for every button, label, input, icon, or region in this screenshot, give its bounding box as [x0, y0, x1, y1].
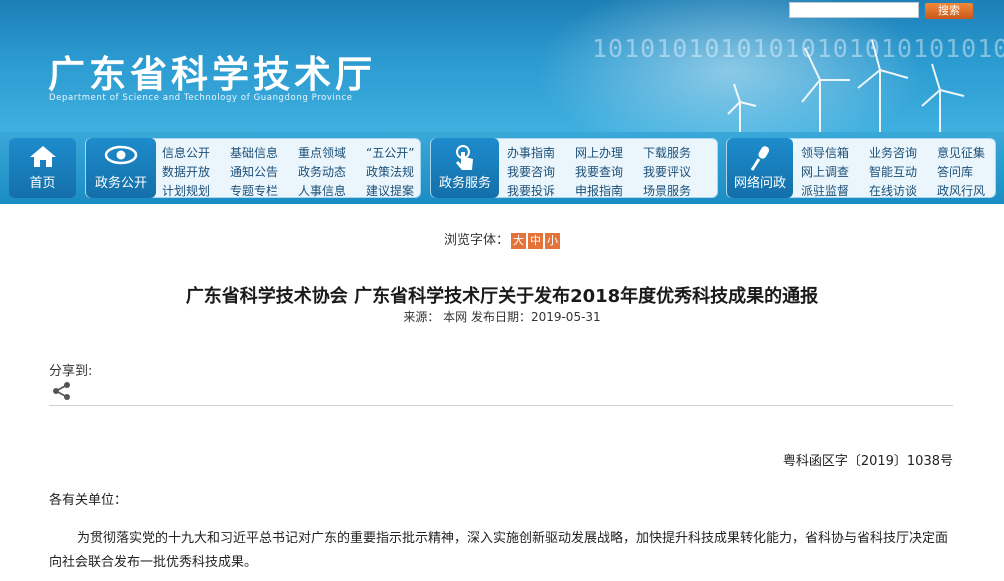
nav-link[interactable]: 重点领域 — [298, 144, 366, 162]
wind-turbine-illustration — [727, 40, 965, 132]
site-subtitle: Department of Science and Technology of … — [49, 93, 353, 103]
font-size-small-button[interactable]: 小 — [545, 233, 560, 249]
nav-link[interactable]: 网上调查 — [801, 163, 869, 181]
nav-link[interactable]: 办事指南 — [507, 144, 575, 162]
nav-group-gov-open: 政务公开 信息公开 基础信息 重点领域 “五公开” 数据开放 通知公告 政务动态… — [85, 138, 421, 198]
search-button[interactable]: 搜索 — [925, 3, 973, 19]
nav-link[interactable]: 政风行风 — [937, 182, 995, 200]
nav-interaction-button[interactable]: 网络问政 — [727, 138, 793, 198]
nav-link[interactable]: 政务动态 — [298, 163, 366, 181]
nav-link[interactable]: 人事信息 — [298, 182, 366, 200]
nav-link[interactable]: 下载服务 — [643, 144, 709, 162]
nav-gov-service-button[interactable]: 政务服务 — [431, 138, 499, 198]
article-title: 广东省科学技术协会 广东省科学技术厅关于发布2018年度优秀科技成果的通报 — [185, 286, 819, 307]
nav-link[interactable]: 智能互动 — [869, 163, 937, 181]
share-label: 分享到: — [49, 364, 93, 379]
gov-service-links: 办事指南 网上办理 下载服务 我要咨询 我要查询 我要评议 我要投诉 申报指南 … — [507, 144, 709, 200]
nav-link[interactable]: 我要投诉 — [507, 182, 575, 200]
nav-link[interactable]: 我要评议 — [643, 163, 709, 181]
content-divider — [49, 405, 953, 406]
nav-link[interactable]: 意见征集 — [937, 144, 995, 162]
nav-link[interactable]: 我要咨询 — [507, 163, 575, 181]
nav-link[interactable]: 专题专栏 — [230, 182, 298, 200]
font-size-medium-button[interactable]: 中 — [528, 233, 543, 249]
site-title: 广东省科学技术厅 — [48, 53, 376, 96]
nav-home-button[interactable]: 首页 — [9, 138, 76, 198]
font-size-switcher: 浏览字体：大中小 — [0, 229, 1004, 249]
main-nav-bar: 首页 政务公开 信息公开 基础信息 重点领域 “五公开” 数据开放 通知公告 政… — [0, 132, 1004, 204]
nav-gov-service-label: 政务服务 — [438, 176, 491, 191]
article-body-paragraph: 为贯彻落实党的十九大和习近平总书记对广东的重要指示批示精神，深入实施创新驱动发展… — [49, 531, 949, 570]
nav-link[interactable]: 网上办理 — [575, 144, 643, 162]
nav-link[interactable]: 基础信息 — [230, 144, 298, 162]
nav-link[interactable]: 信息公开 — [162, 144, 230, 162]
nav-link[interactable]: 计划规划 — [162, 182, 230, 200]
search-input[interactable] — [789, 2, 919, 18]
nav-home-label: 首页 — [29, 176, 56, 191]
font-size-label: 浏览字体： — [443, 233, 509, 248]
interaction-links: 领导信箱 业务咨询 意见征集 网上调查 智能互动 答问库 派驻监督 在线访谈 政… — [801, 144, 995, 200]
microphone-icon — [750, 146, 769, 171]
nav-gov-open-button[interactable]: 政务公开 — [86, 138, 156, 198]
nav-group-gov-service: 政务服务 办事指南 网上办理 下载服务 我要咨询 我要查询 我要评议 我要投诉 … — [430, 138, 718, 198]
nav-link[interactable]: 通知公告 — [230, 163, 298, 181]
home-icon — [29, 146, 56, 167]
touch-hand-icon — [456, 145, 473, 170]
nav-link[interactable]: 领导信箱 — [801, 144, 869, 162]
nav-link[interactable]: 业务咨询 — [869, 144, 937, 162]
article-greeting: 各有关单位： — [49, 493, 128, 508]
font-size-large-button[interactable]: 大 — [511, 233, 526, 249]
nav-interaction-label: 网络问政 — [733, 176, 786, 191]
nav-link[interactable]: 数据开放 — [162, 163, 230, 181]
nav-gov-open-label: 政务公开 — [94, 176, 147, 191]
article-meta: 来源： 本网 发布日期：2019-05-31 — [403, 310, 601, 324]
nav-link[interactable]: 派驻监督 — [801, 182, 869, 200]
eye-icon — [104, 145, 138, 165]
gov-open-links: 信息公开 基础信息 重点领域 “五公开” 数据开放 通知公告 政务动态 政策法规… — [162, 144, 426, 200]
nav-link[interactable]: 我要查询 — [575, 163, 643, 181]
nav-link[interactable]: 答问库 — [937, 163, 995, 181]
nav-link[interactable]: 政策法规 — [366, 163, 426, 181]
nav-link[interactable]: 申报指南 — [575, 182, 643, 200]
nav-link[interactable]: 场景服务 — [643, 182, 709, 200]
nav-link[interactable]: 建议提案 — [366, 182, 426, 200]
document-number: 粤科函区字〔2019〕1038号 — [782, 454, 953, 469]
share-icon[interactable] — [52, 381, 72, 401]
nav-group-interaction: 网络问政 领导信箱 业务咨询 意见征集 网上调查 智能互动 答问库 派驻监督 在… — [726, 138, 996, 198]
nav-link[interactable]: “五公开” — [366, 144, 426, 162]
nav-link[interactable]: 在线访谈 — [869, 182, 937, 200]
site-header-banner: 1010101010101010101010101010 广东省科学技术厅 De… — [0, 0, 1004, 132]
